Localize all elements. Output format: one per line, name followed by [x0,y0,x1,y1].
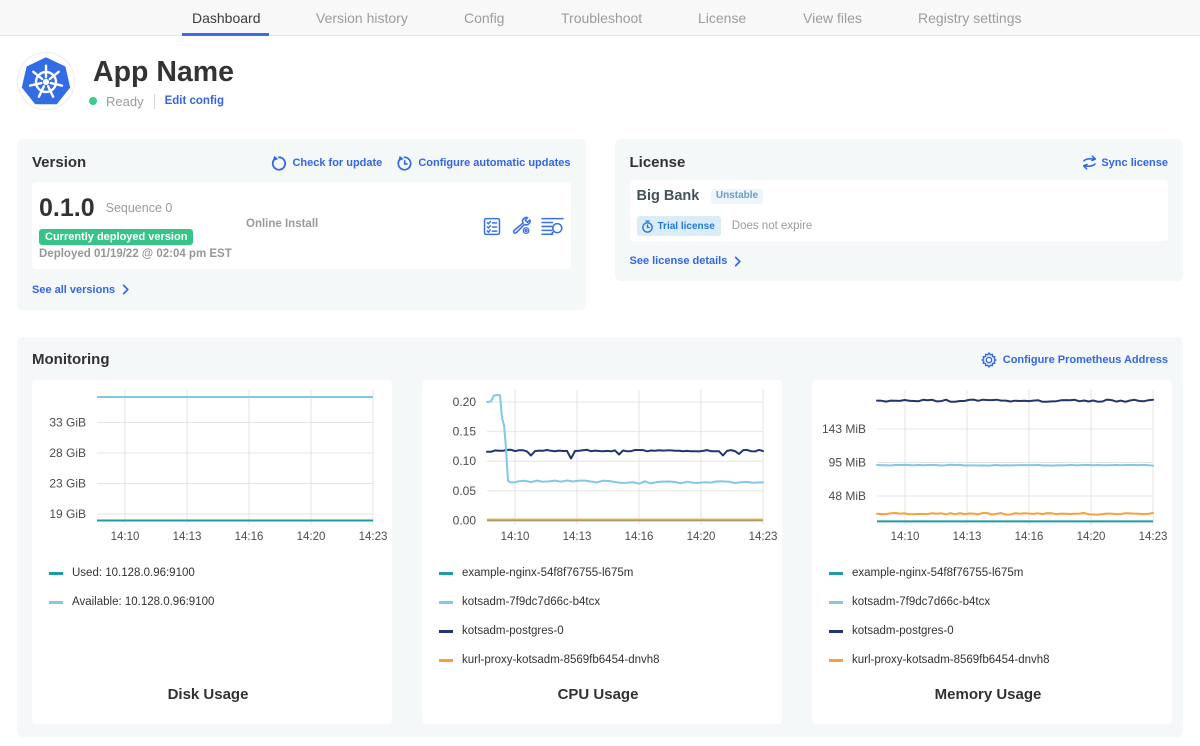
svg-text:14:13: 14:13 [563,531,592,543]
svg-text:14:10: 14:10 [891,531,920,543]
svg-text:14:20: 14:20 [297,531,326,543]
svg-text:19 GiB: 19 GiB [49,507,86,521]
svg-text:0.10: 0.10 [453,454,477,468]
svg-text:14:23: 14:23 [359,531,388,543]
svg-text:14:23: 14:23 [1139,531,1168,543]
svg-text:95 MiB: 95 MiB [829,456,866,470]
svg-text:14:23: 14:23 [749,531,778,543]
svg-text:14:16: 14:16 [625,531,654,543]
svg-text:23 GiB: 23 GiB [49,477,86,491]
svg-text:33 GiB: 33 GiB [49,416,86,430]
svg-text:14:13: 14:13 [173,531,202,543]
svg-text:14:16: 14:16 [235,531,264,543]
svg-text:14:13: 14:13 [953,531,982,543]
svg-text:28 GiB: 28 GiB [49,446,86,460]
svg-text:0.00: 0.00 [453,514,477,528]
svg-text:48 MiB: 48 MiB [829,489,866,503]
svg-text:0.15: 0.15 [453,425,477,439]
svg-text:14:16: 14:16 [1015,531,1044,543]
svg-text:14:20: 14:20 [687,531,716,543]
svg-text:0.05: 0.05 [453,484,477,498]
svg-text:0.20: 0.20 [453,395,477,409]
svg-text:14:10: 14:10 [501,531,530,543]
svg-text:143 MiB: 143 MiB [822,422,866,436]
svg-text:14:20: 14:20 [1077,531,1106,543]
svg-text:14:10: 14:10 [111,531,140,543]
